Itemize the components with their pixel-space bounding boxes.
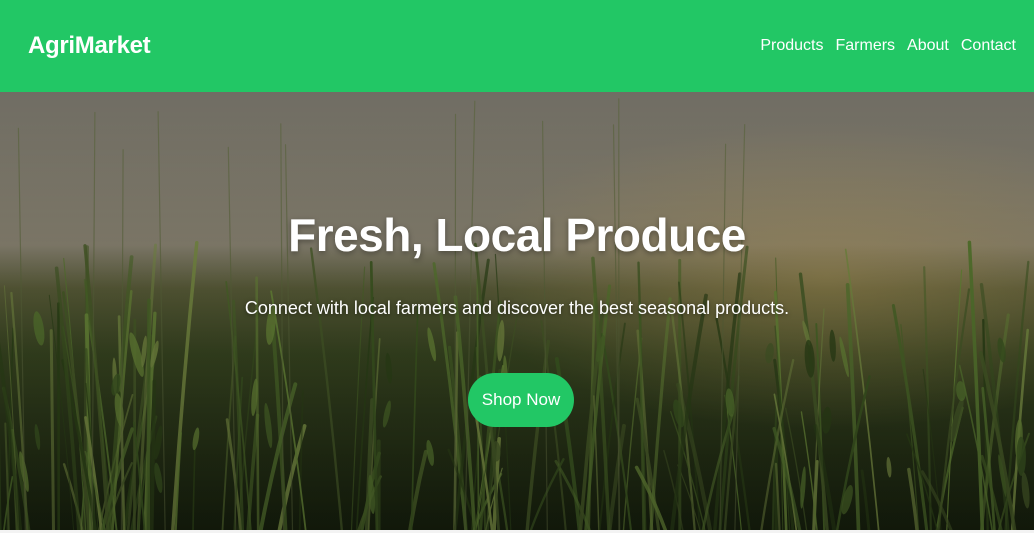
site-logo[interactable]: AgriMarket <box>28 32 151 60</box>
hero-section: Fresh, Local Produce Connect with local … <box>0 92 1034 530</box>
site-header: AgriMarket Products Farmers About Contac… <box>0 0 1034 92</box>
shop-now-button[interactable]: Shop Now <box>468 373 574 427</box>
nav-link-about[interactable]: About <box>907 37 949 55</box>
main-nav: Products Farmers About Contact <box>760 37 1016 55</box>
hero-content: Fresh, Local Produce Connect with local … <box>0 92 1034 530</box>
hero-subtitle: Connect with local farmers and discover … <box>244 298 790 318</box>
nav-link-contact[interactable]: Contact <box>961 37 1016 55</box>
hero-title: Fresh, Local Produce <box>288 209 746 261</box>
nav-link-farmers[interactable]: Farmers <box>835 37 895 55</box>
nav-link-products[interactable]: Products <box>760 37 823 55</box>
